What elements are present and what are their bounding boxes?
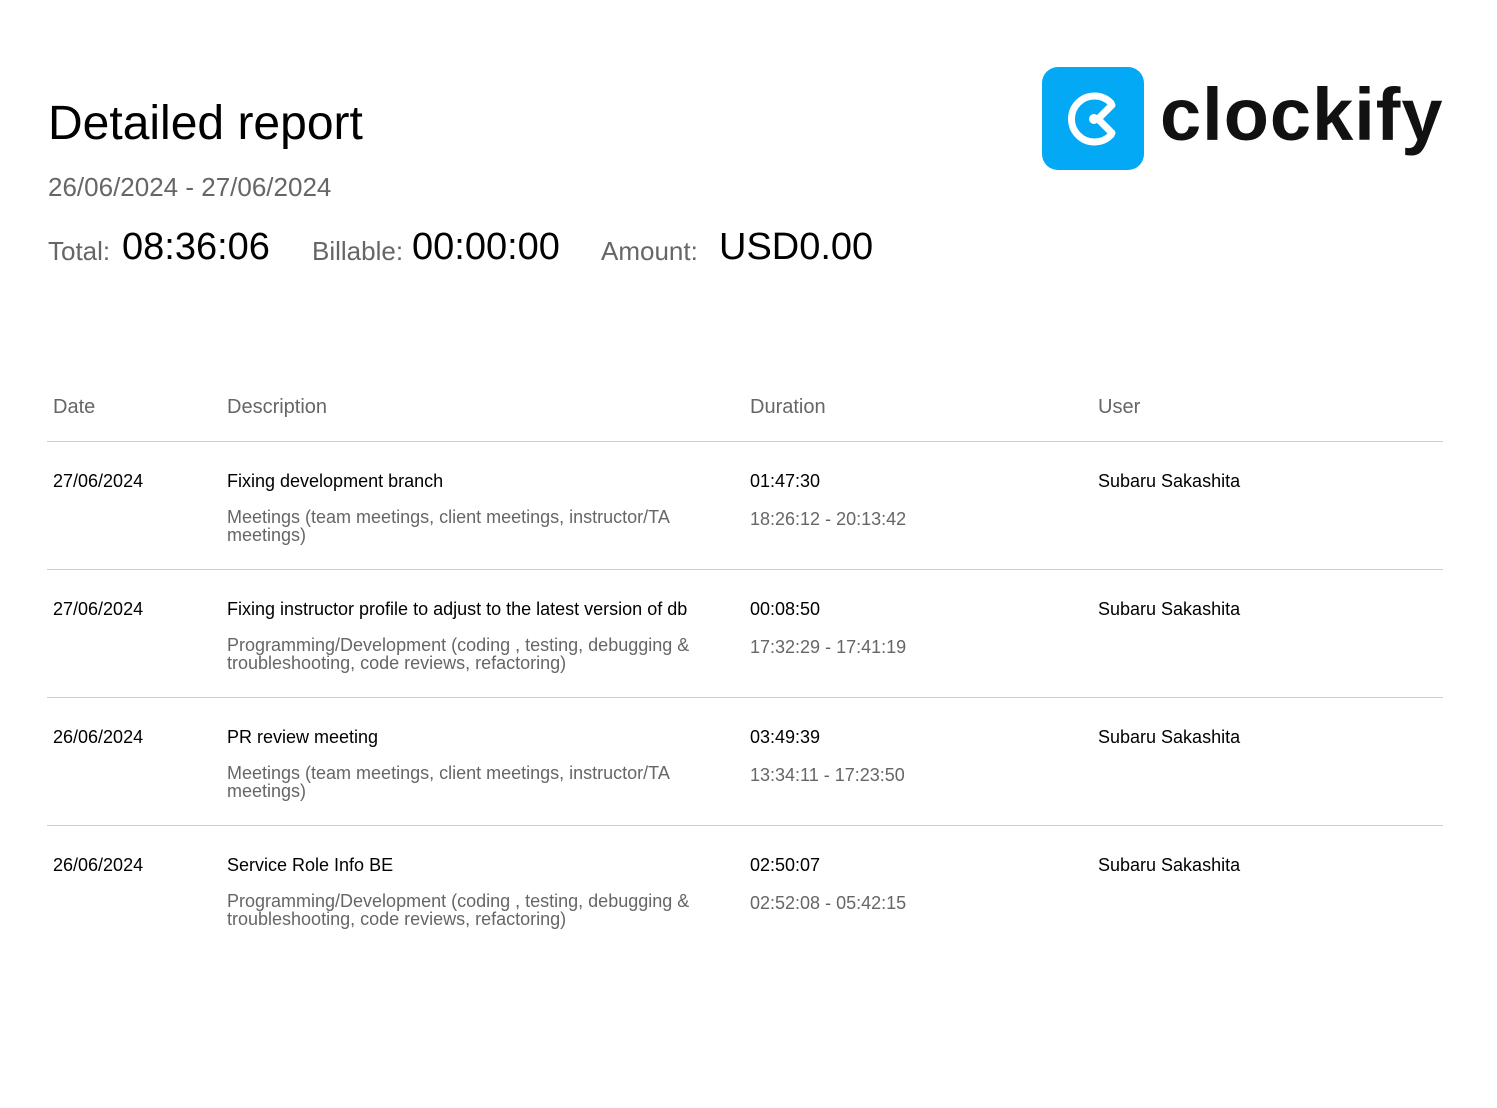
header-description: Description <box>227 396 328 418</box>
entry-time-range: 18:26:12 - 20:13:42 <box>750 509 907 529</box>
clockify-logo: clockify <box>1042 67 1444 171</box>
entry-description: Fixing development branch <box>227 471 444 491</box>
entry-project: Programming/Development (coding , testin… <box>227 891 690 929</box>
header-duration: Duration <box>750 396 826 418</box>
report-title: Detailed report <box>48 97 363 150</box>
amount-label: Amount: <box>601 236 698 266</box>
entry-project: Programming/Development (coding , testin… <box>227 635 690 673</box>
entry-user: Subaru Sakashita <box>1098 727 1241 747</box>
table-header: Date Description Duration User <box>47 393 1443 442</box>
billable-label: Billable: <box>312 236 404 266</box>
billable-value: 00:00:00 <box>412 226 560 268</box>
entry-project: Meetings (team meetings, client meetings… <box>227 763 669 801</box>
table-row: 27/06/2024 Fixing development branch Mee… <box>47 442 1443 570</box>
entry-time-range: 17:32:29 - 17:41:19 <box>750 637 907 657</box>
entry-description: PR review meeting <box>227 727 379 747</box>
entry-date: 26/06/2024 <box>53 727 144 747</box>
entry-duration: 03:49:39 <box>750 727 821 747</box>
total-value: 08:36:06 <box>122 226 270 268</box>
entry-user: Subaru Sakashita <box>1098 599 1241 619</box>
entry-date: 27/06/2024 <box>53 471 144 491</box>
report-date-range: 26/06/2024 - 27/06/2024 <box>48 172 332 202</box>
amount-value: USD0.00 <box>719 226 874 268</box>
entry-duration: 01:47:30 <box>750 471 821 491</box>
entry-user: Subaru Sakashita <box>1098 471 1241 491</box>
entry-time-range: 13:34:11 - 17:23:50 <box>750 765 905 785</box>
table-row: 27/06/2024 Fixing instructor profile to … <box>47 570 1443 698</box>
header-user: User <box>1098 396 1141 418</box>
clockify-logo-icon <box>1042 67 1144 170</box>
header-date: Date <box>53 396 96 418</box>
entry-date: 27/06/2024 <box>53 599 144 619</box>
clockify-wordmark: clockify <box>1160 73 1444 156</box>
entry-duration: 02:50:07 <box>750 855 821 875</box>
entry-date: 26/06/2024 <box>53 855 144 875</box>
entry-description: Service Role Info BE <box>227 855 394 875</box>
table-row: 26/06/2024 Service Role Info BE Programm… <box>47 826 1443 953</box>
table-row: 26/06/2024 PR review meeting Meetings (t… <box>47 698 1443 826</box>
entry-user: Subaru Sakashita <box>1098 855 1241 875</box>
total-label: Total: <box>48 236 111 266</box>
entry-duration: 00:08:50 <box>750 599 821 619</box>
entry-project: Meetings (team meetings, client meetings… <box>227 507 669 545</box>
entry-time-range: 02:52:08 - 05:42:15 <box>750 893 907 913</box>
entry-description: Fixing instructor profile to adjust to t… <box>227 599 688 619</box>
